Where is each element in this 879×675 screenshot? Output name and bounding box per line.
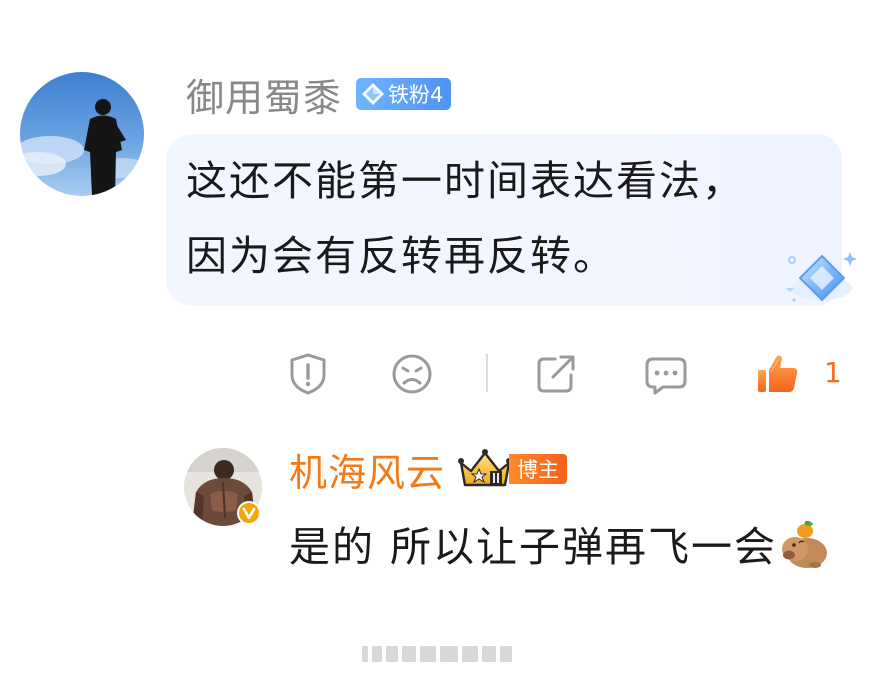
crown-icon (458, 449, 513, 487)
thumbs-up-icon (758, 355, 798, 392)
report-button[interactable] (284, 350, 332, 398)
action-divider (486, 354, 488, 392)
warning-shield-icon (290, 353, 326, 395)
verified-badge-icon (237, 501, 261, 525)
comment-thread: 御用蜀黍 铁粉4 这还不能第一时间表达看法，因为会有反转再反转。 1 机海风云 … (0, 0, 879, 675)
fan-badge-label: 铁粉4 (388, 83, 444, 107)
reply-author-row: 机海风云 博主 (289, 446, 568, 495)
reply-text-block[interactable]: 是的 所以让子弹再飞一会 (289, 508, 849, 586)
diamond-decoration-icon (786, 252, 857, 302)
comment-bubble[interactable]: 这还不能第一时间表达看法，因为会有反转再反转。 (166, 134, 857, 306)
capybara-orange-emoji (782, 521, 828, 568)
reply-text: 是的 所以让子弹再飞一会 (289, 523, 778, 571)
blogger-badge: 博主 (509, 454, 568, 484)
reply-author-name[interactable]: 机海风云 (289, 442, 445, 497)
comment-action-bar: 1 (0, 346, 879, 400)
avatar[interactable] (20, 72, 144, 196)
share-button[interactable] (532, 350, 580, 398)
reply-button[interactable] (642, 350, 690, 398)
dislike-button[interactable] (388, 350, 436, 398)
like-button[interactable] (754, 350, 802, 398)
diamond-icon (362, 83, 385, 105)
sad-face-icon (392, 354, 432, 394)
comment-text: 这还不能第一时间表达看法，因为会有反转再反转。 (186, 157, 745, 280)
like-count: 1 (824, 356, 842, 389)
fan-level-badge[interactable]: 铁粉4 (356, 78, 452, 110)
comment-bubble-icon (645, 357, 687, 395)
comment-author-row: 御用蜀黍 铁粉4 (186, 72, 452, 120)
comment-author-name[interactable]: 御用蜀黍 (186, 67, 342, 122)
avatar-image (20, 72, 144, 196)
watermark-logo (362, 646, 512, 662)
share-icon (537, 355, 575, 393)
